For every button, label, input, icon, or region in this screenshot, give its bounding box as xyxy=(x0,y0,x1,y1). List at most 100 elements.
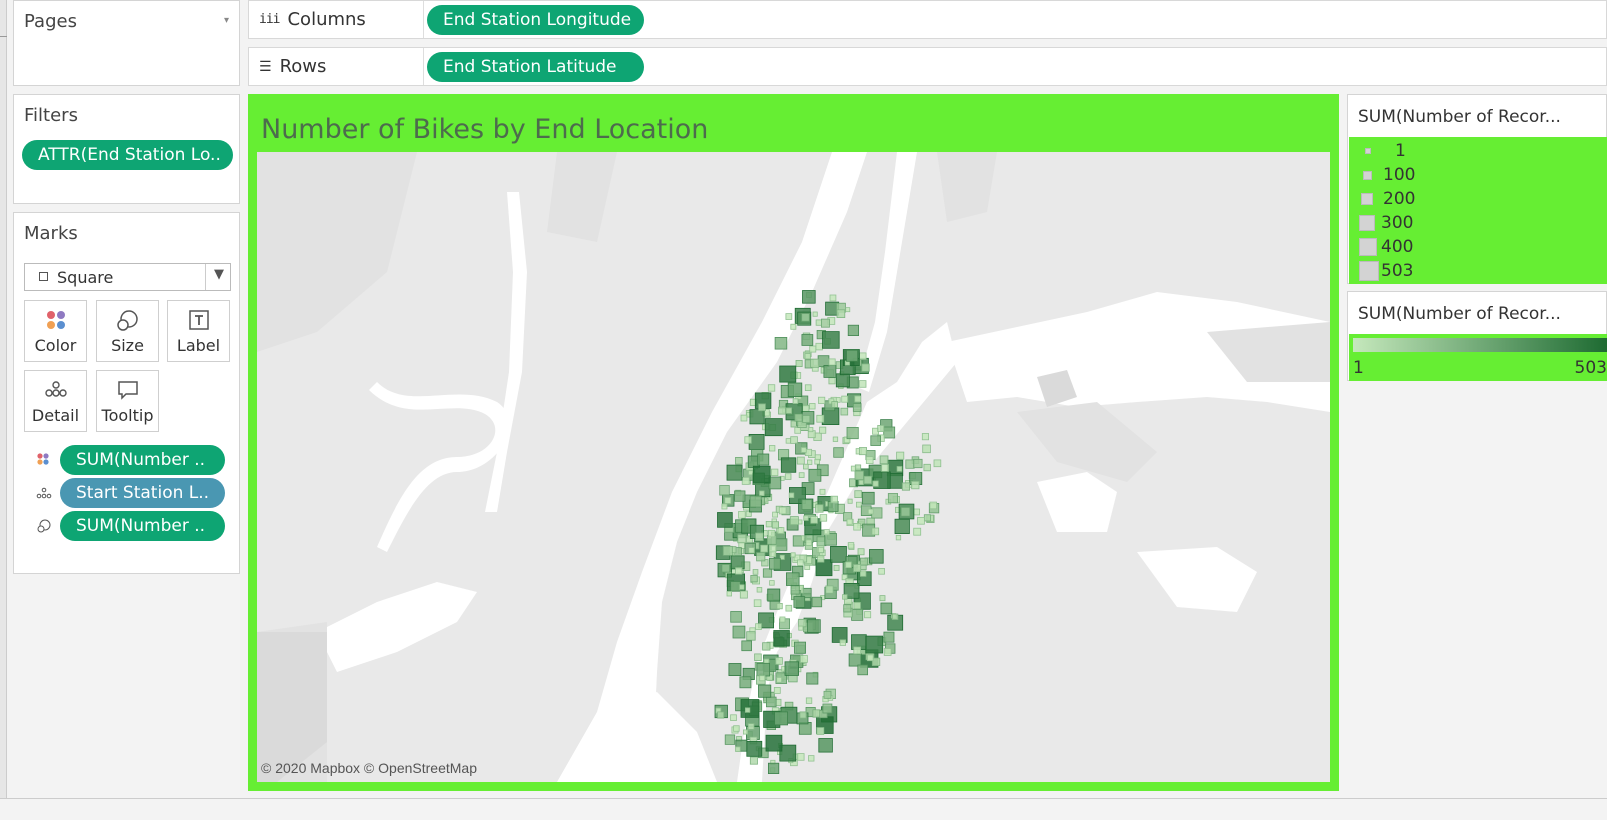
station-marker[interactable] xyxy=(854,470,864,481)
station-marker[interactable] xyxy=(816,727,825,735)
station-marker[interactable] xyxy=(847,498,853,504)
station-marker[interactable] xyxy=(929,501,938,510)
station-marker[interactable] xyxy=(738,511,746,519)
station-marker[interactable] xyxy=(730,581,741,592)
tooltip-button[interactable]: Tooltip xyxy=(96,370,159,432)
station-marker[interactable] xyxy=(721,563,730,573)
station-marker[interactable] xyxy=(847,324,860,336)
size-button[interactable]: Size xyxy=(96,300,159,362)
station-marker[interactable] xyxy=(819,488,826,495)
station-marker[interactable] xyxy=(815,319,822,326)
station-marker[interactable] xyxy=(773,687,781,694)
station-marker[interactable] xyxy=(817,555,825,563)
station-marker[interactable] xyxy=(790,585,800,595)
station-marker[interactable] xyxy=(759,675,766,682)
station-marker[interactable] xyxy=(865,635,884,654)
marks-pill-detail[interactable]: Start Station L.. xyxy=(60,478,225,508)
station-marker[interactable] xyxy=(735,567,743,575)
station-marker[interactable] xyxy=(905,459,915,469)
pages-dropdown-icon[interactable]: ▾ xyxy=(224,15,229,26)
station-marker[interactable] xyxy=(793,596,806,608)
station-marker[interactable] xyxy=(789,516,799,526)
station-marker[interactable] xyxy=(869,549,884,564)
station-marker[interactable] xyxy=(860,557,868,566)
station-marker[interactable] xyxy=(752,465,771,484)
station-marker[interactable] xyxy=(801,313,810,322)
station-marker[interactable] xyxy=(735,746,741,752)
station-marker[interactable] xyxy=(790,436,798,444)
station-marker[interactable] xyxy=(756,552,766,562)
station-marker[interactable] xyxy=(835,373,850,388)
station-marker[interactable] xyxy=(780,457,797,473)
map-area[interactable]: © 2020 Mapbox © OpenStreetMap xyxy=(257,152,1330,782)
station-marker[interactable] xyxy=(800,655,808,663)
station-marker[interactable] xyxy=(870,435,881,446)
station-marker[interactable] xyxy=(776,677,783,683)
station-marker[interactable] xyxy=(746,631,756,641)
station-marker[interactable] xyxy=(846,518,853,525)
size-legend-item[interactable]: 100 xyxy=(1359,165,1415,185)
station-marker[interactable] xyxy=(883,426,896,439)
station-marker[interactable] xyxy=(798,472,805,479)
filter-pill[interactable]: ATTR(End Station Lo.. xyxy=(22,140,233,170)
station-marker[interactable] xyxy=(857,664,868,676)
station-marker[interactable] xyxy=(732,625,746,639)
station-marker[interactable] xyxy=(819,514,828,522)
station-marker[interactable] xyxy=(900,506,911,517)
station-marker[interactable] xyxy=(779,616,786,623)
station-marker[interactable] xyxy=(757,453,770,466)
station-marker[interactable] xyxy=(854,395,862,403)
station-marker[interactable] xyxy=(730,714,737,721)
station-marker[interactable] xyxy=(896,466,903,472)
station-marker[interactable] xyxy=(854,464,862,471)
station-marker[interactable] xyxy=(748,547,755,554)
station-marker[interactable] xyxy=(858,479,864,485)
station-marker[interactable] xyxy=(775,657,783,665)
station-marker[interactable] xyxy=(840,407,849,416)
station-marker[interactable] xyxy=(867,654,874,662)
station-marker[interactable] xyxy=(871,527,880,536)
station-marker[interactable] xyxy=(742,729,748,735)
label-button[interactable]: Label xyxy=(167,300,230,362)
station-marker[interactable] xyxy=(825,585,834,594)
station-marker[interactable] xyxy=(798,625,804,631)
station-marker[interactable] xyxy=(806,672,819,685)
station-marker[interactable] xyxy=(802,290,816,304)
station-marker[interactable] xyxy=(797,559,804,566)
station-marker[interactable] xyxy=(746,740,763,757)
station-marker[interactable] xyxy=(822,331,840,349)
station-marker[interactable] xyxy=(823,364,837,378)
station-marker[interactable] xyxy=(895,534,902,541)
station-marker[interactable] xyxy=(764,418,783,437)
station-marker[interactable] xyxy=(740,414,748,422)
columns-pill[interactable]: End Station Longitude xyxy=(427,5,644,35)
station-marker[interactable] xyxy=(730,555,745,570)
station-marker[interactable] xyxy=(861,491,875,505)
station-marker[interactable] xyxy=(861,363,870,372)
station-marker[interactable] xyxy=(817,546,824,553)
size-legend-item[interactable]: 400 xyxy=(1359,237,1413,257)
station-marker[interactable] xyxy=(762,568,773,578)
station-marker[interactable] xyxy=(753,599,762,607)
station-marker[interactable] xyxy=(858,380,867,388)
size-legend-item[interactable]: 1 xyxy=(1359,141,1406,161)
marks-pill-size[interactable]: SUM(Number .. xyxy=(60,511,225,541)
station-marker[interactable] xyxy=(809,345,817,353)
station-marker[interactable] xyxy=(756,662,770,677)
station-marker[interactable] xyxy=(830,495,838,504)
station-marker[interactable] xyxy=(842,594,848,600)
station-marker[interactable] xyxy=(784,661,800,676)
columns-shelf[interactable]: iii Columns End Station Longitude xyxy=(248,0,1607,39)
station-marker[interactable] xyxy=(771,521,780,529)
station-marker[interactable] xyxy=(808,755,815,762)
station-marker[interactable] xyxy=(759,490,765,496)
station-marker[interactable] xyxy=(758,403,766,412)
station-marker[interactable] xyxy=(801,334,814,346)
station-marker[interactable] xyxy=(832,436,839,442)
station-marker[interactable] xyxy=(913,508,921,516)
station-marker[interactable] xyxy=(821,318,830,328)
station-marker[interactable] xyxy=(843,604,852,613)
station-marker[interactable] xyxy=(845,307,851,313)
rows-pill[interactable]: End Station Latitude xyxy=(427,52,644,82)
station-marker[interactable] xyxy=(811,596,823,608)
